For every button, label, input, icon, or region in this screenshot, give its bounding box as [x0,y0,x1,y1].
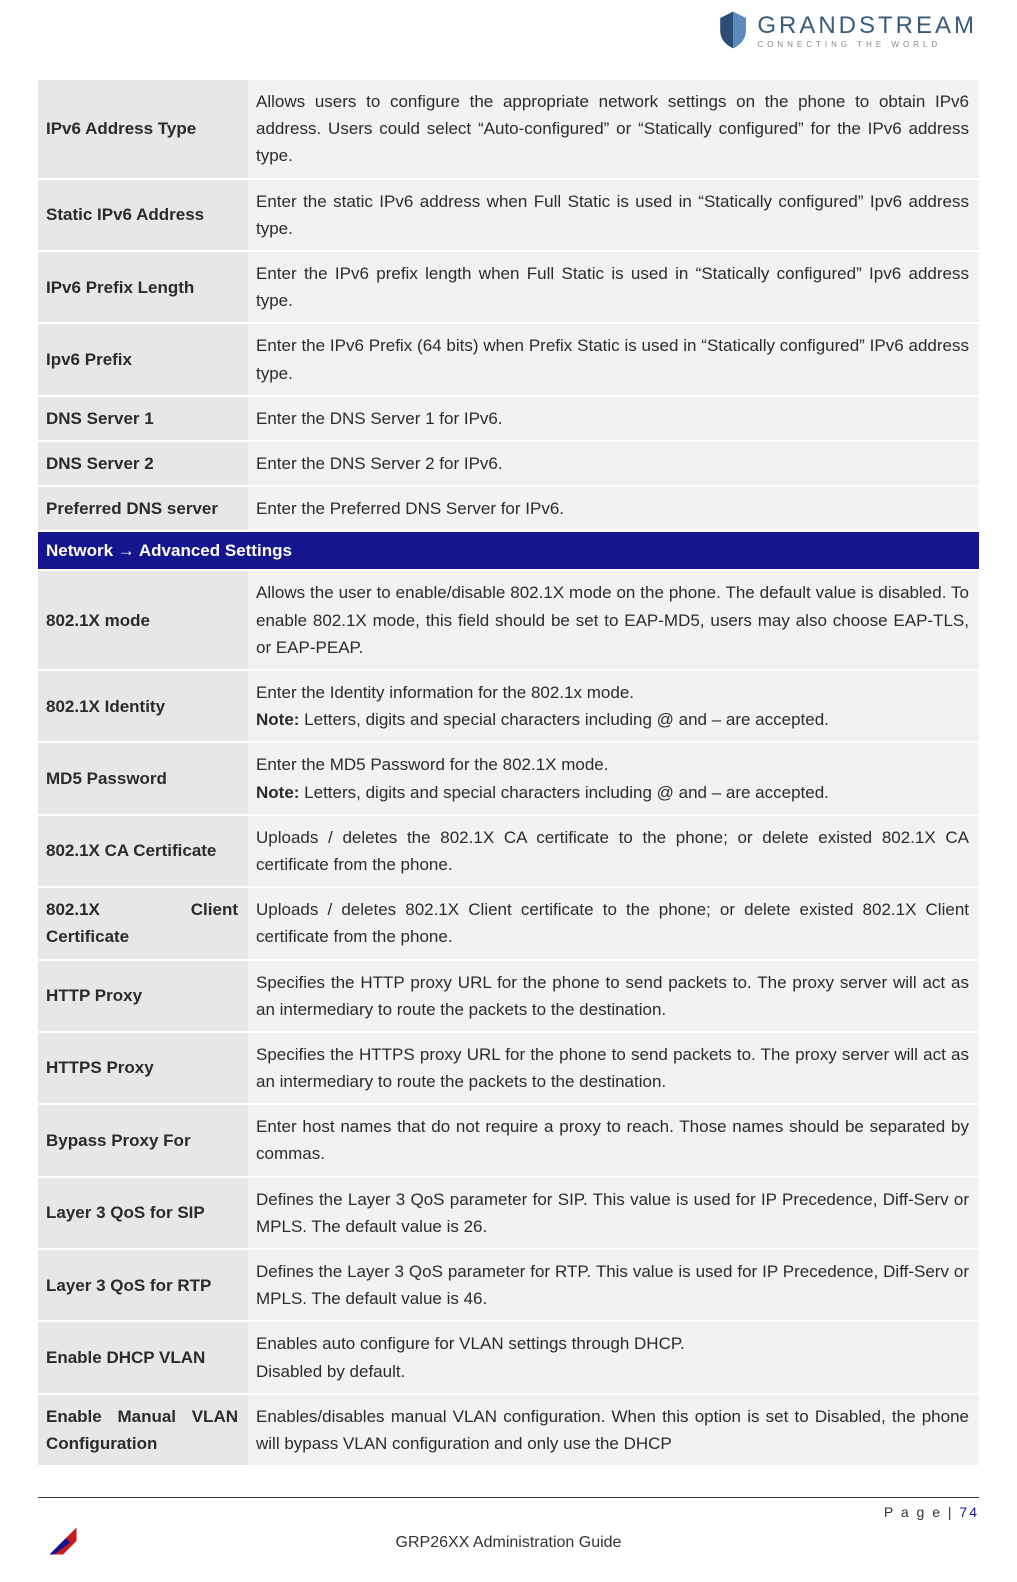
setting-description: Uploads / deletes the 802.1X CA certific… [248,815,979,887]
setting-description: Specifies the HTTP proxy URL for the pho… [248,960,979,1032]
table-row: Ipv6 PrefixEnter the IPv6 Prefix (64 bit… [38,323,979,395]
setting-label: 802.1X Identity [38,670,248,742]
table-row: Layer 3 QoS for RTPDefines the Layer 3 Q… [38,1249,979,1321]
table-row: IPv6 Prefix LengthEnter the IPv6 prefix … [38,251,979,323]
table-row: Layer 3 QoS for SIPDefines the Layer 3 Q… [38,1177,979,1249]
setting-label: Ipv6 Prefix [38,323,248,395]
table-row: 802.1X CA CertificateUploads / deletes t… [38,815,979,887]
footer-divider [38,1497,979,1498]
setting-label: Enable DHCP VLAN [38,1321,248,1393]
section-header-cell: Network → Advanced Settings [38,531,979,570]
logo-main-text: GRANDSTREAM [757,12,977,40]
setting-description: Enter host names that do not require a p… [248,1104,979,1176]
table-row: Enable DHCP VLANEnables auto configure f… [38,1321,979,1393]
setting-label: 802.1X mode [38,570,248,670]
logo-sub-text: CONNECTING THE WORLD [757,40,977,49]
setting-label: DNS Server 1 [38,396,248,441]
page-number: P a g e | 74 [38,1504,979,1520]
settings-table: IPv6 Address TypeAllows users to configu… [38,80,979,1467]
table-row: MD5 PasswordEnter the MD5 Password for t… [38,742,979,814]
setting-description: Enter the IPv6 Prefix (64 bits) when Pre… [248,323,979,395]
table-row: Preferred DNS serverEnter the Preferred … [38,486,979,531]
setting-description: Defines the Layer 3 QoS parameter for SI… [248,1177,979,1249]
setting-description: Allows users to configure the appropriat… [248,80,979,179]
setting-label: Preferred DNS server [38,486,248,531]
brand-logo: GRANDSTREAM CONNECTING THE WORLD [717,10,977,50]
setting-label: 802.1X CA Certificate [38,815,248,887]
setting-label: IPv6 Address Type [38,80,248,179]
table-row: DNS Server 2Enter the DNS Server 2 for I… [38,441,979,486]
table-row: HTTPS ProxySpecifies the HTTPS proxy URL… [38,1032,979,1104]
setting-label: Static IPv6 Address [38,179,248,251]
table-row: HTTP ProxySpecifies the HTTP proxy URL f… [38,960,979,1032]
setting-description: Uploads / deletes 802.1X Client certific… [248,887,979,959]
setting-description: Enter the static IPv6 address when Full … [248,179,979,251]
content-area: IPv6 Address TypeAllows users to configu… [0,0,1017,1467]
setting-description: Specifies the HTTPS proxy URL for the ph… [248,1032,979,1104]
shield-icon [717,10,749,50]
page-number-value: 74 [959,1504,979,1520]
setting-description: Enter the MD5 Password for the 802.1X mo… [248,742,979,814]
setting-label: Layer 3 QoS for SIP [38,1177,248,1249]
setting-description: Enter the Preferred DNS Server for IPv6. [248,486,979,531]
setting-description: Enter the IPv6 prefix length when Full S… [248,251,979,323]
note-label: Note: [256,710,304,729]
table-row: 802.1X Client CertificateUploads / delet… [38,887,979,959]
footer-title: GRP26XX Administration Guide [38,1534,979,1552]
setting-description: Enter the DNS Server 1 for IPv6. [248,396,979,441]
setting-label: 802.1X Client Certificate [38,887,248,959]
table-row: 802.1X IdentityEnter the Identity inform… [38,670,979,742]
table-row: Bypass Proxy ForEnter host names that do… [38,1104,979,1176]
setting-description: Enter the DNS Server 2 for IPv6. [248,441,979,486]
table-row: Enable Manual VLAN ConfigurationEnables/… [38,1394,979,1466]
setting-description: Enables auto configure for VLAN settings… [248,1321,979,1393]
table-row: IPv6 Address TypeAllows users to configu… [38,80,979,179]
setting-label: DNS Server 2 [38,441,248,486]
setting-description: Enter the Identity information for the 8… [248,670,979,742]
setting-label: HTTP Proxy [38,960,248,1032]
table-row: 802.1X modeAllows the user to enable/dis… [38,570,979,670]
setting-label: HTTPS Proxy [38,1032,248,1104]
setting-label: Enable Manual VLAN Configuration [38,1394,248,1466]
page-label-text: P a g e | [884,1504,960,1520]
setting-description: Defines the Layer 3 QoS parameter for RT… [248,1249,979,1321]
setting-description: Allows the user to enable/disable 802.1X… [248,570,979,670]
setting-label: IPv6 Prefix Length [38,251,248,323]
setting-label: Bypass Proxy For [38,1104,248,1176]
setting-label: Layer 3 QoS for RTP [38,1249,248,1321]
note-label: Note: [256,783,304,802]
table-row: Static IPv6 AddressEnter the static IPv6… [38,179,979,251]
flag-icon [48,1526,78,1556]
section-header-row: Network → Advanced Settings [38,531,979,570]
setting-label: MD5 Password [38,742,248,814]
table-row: DNS Server 1Enter the DNS Server 1 for I… [38,396,979,441]
page-footer: P a g e | 74 GRP26XX Administration Guid… [38,1497,979,1552]
setting-description: Enables/disables manual VLAN configurati… [248,1394,979,1466]
